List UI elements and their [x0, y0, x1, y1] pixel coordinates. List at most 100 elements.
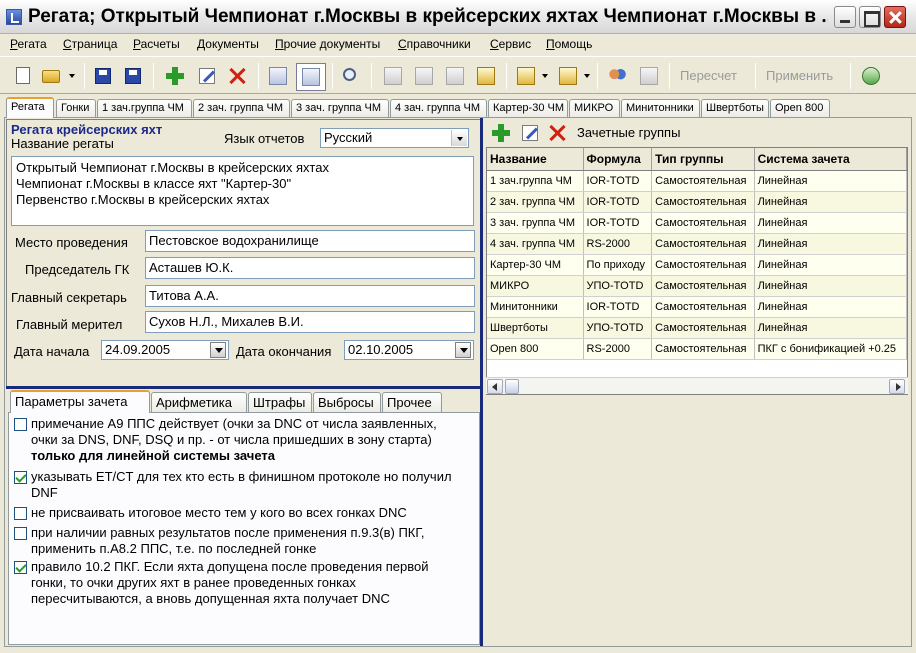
secretary-input[interactable]: Титова А.А. [145, 285, 475, 307]
param-dnc-row[interactable]: не присваивать итоговое место тем у кого… [14, 505, 464, 521]
export-button[interactable] [444, 65, 466, 87]
col-header-formula[interactable]: Формула [583, 148, 653, 171]
open-dropdown-arrow-icon[interactable] [69, 74, 75, 78]
param-a9-checkbox[interactable] [14, 418, 27, 431]
ab-icon [384, 67, 402, 85]
col-header-name[interactable]: Название [487, 148, 584, 171]
close-button[interactable] [884, 6, 906, 28]
param-etct-row[interactable]: указывать ET/CT для тех кто есть в финиш… [14, 469, 464, 501]
tab-open-800[interactable]: Open 800 [770, 99, 830, 117]
param-rule102-row[interactable]: правило 10.2 ПКГ. Если яхта допущена пос… [14, 559, 464, 607]
horizontal-splitter[interactable] [6, 386, 482, 389]
save-as-button[interactable] [122, 65, 144, 87]
participants-button[interactable] [606, 65, 628, 87]
table-row[interactable]: МИКРО УПО-TOTD Самостоятельная Линейная [487, 275, 907, 297]
menu-other-documents[interactable]: Прочие документы [275, 37, 380, 51]
calculator-dropdown-arrow-icon[interactable] [542, 74, 548, 78]
tab-group-1[interactable]: 1 зач.группа ЧМ [97, 99, 192, 117]
param-etct-checkbox[interactable] [14, 471, 27, 484]
print-button[interactable] [557, 65, 579, 87]
turtle-button[interactable] [860, 65, 882, 87]
param-tie-checkbox[interactable] [14, 527, 27, 540]
add-button[interactable] [164, 65, 186, 87]
tab-regatta[interactable]: Регата [6, 97, 54, 118]
tab-discards[interactable]: Выбросы [313, 392, 381, 412]
vertical-splitter[interactable] [480, 118, 483, 646]
new-document-button[interactable] [12, 65, 34, 87]
menu-regatta[interactable]: Регата [10, 37, 47, 51]
param-a9-bold-note: только для линейной системы зачета [31, 448, 275, 463]
measurer-input[interactable]: Сухов Н.Л., Михалев В.И. [145, 311, 475, 333]
table-row[interactable]: 2 зач. группа ЧМ IOR-TOTD Самостоятельна… [487, 191, 907, 213]
col-header-group-type[interactable]: Тип группы [651, 148, 755, 171]
chairman-input[interactable]: Асташев Ю.К. [145, 257, 475, 279]
param-tie-row[interactable]: при наличии равных результатов после при… [14, 525, 464, 557]
menu-service[interactable]: Сервис [490, 37, 531, 51]
table-row[interactable]: Швертботы УПО-TOTD Самостоятельная Линей… [487, 317, 907, 339]
ab-button[interactable] [382, 65, 404, 87]
apply-button[interactable]: Применить [766, 68, 833, 83]
table-row[interactable]: 4 зач. группа ЧМ RS-2000 Самостоятельная… [487, 233, 907, 255]
menu-help[interactable]: Помощь [546, 37, 592, 51]
param-rule102-checkbox[interactable] [14, 561, 27, 574]
import-button[interactable] [475, 65, 497, 87]
end-date-picker[interactable]: 02.10.2005 [344, 340, 474, 360]
menu-documents[interactable]: Документы [197, 37, 259, 51]
regatta-name-textarea[interactable]: Открытый Чемпионат г.Москвы в крейсерски… [11, 156, 474, 226]
param-a9-row[interactable]: примечание А9 ППС действует (очки за DNC… [14, 416, 464, 464]
search-button[interactable] [340, 65, 362, 87]
delete-button[interactable] [227, 65, 249, 87]
add-group-button[interactable] [490, 122, 512, 144]
tab-penalties[interactable]: Штрафы [248, 392, 312, 412]
tab-other[interactable]: Прочее [382, 392, 442, 412]
tab-races[interactable]: Гонки [56, 99, 96, 117]
toolbar-separator [755, 63, 756, 89]
delete-group-button[interactable] [547, 122, 569, 144]
app-icon[interactable] [6, 9, 22, 25]
tab-shvertboty[interactable]: Швертботы [701, 99, 769, 117]
col-header-scoring-system[interactable]: Система зачета [754, 148, 907, 171]
tab-group-4[interactable]: 4 зач. группа ЧМ [390, 99, 487, 117]
cell-name: 1 зач.группа ЧМ [487, 170, 584, 192]
toolbar-separator [258, 63, 259, 89]
maximize-button[interactable] [859, 6, 881, 28]
venue-input[interactable]: Пестовское водохранилище [145, 230, 475, 252]
table-row[interactable]: Картер-30 ЧМ По приходу Самостоятельная … [487, 254, 907, 276]
chevron-down-icon[interactable] [451, 130, 467, 146]
edit-button[interactable] [196, 65, 218, 87]
menu-references[interactable]: Справочники [398, 37, 471, 51]
menu-page[interactable]: Страница [63, 37, 117, 51]
calendar-dropdown-icon[interactable] [455, 342, 471, 358]
menu-calculations[interactable]: Расчеты [133, 37, 180, 51]
save-button[interactable] [92, 65, 114, 87]
param-dnc-checkbox[interactable] [14, 507, 27, 520]
start-date-picker[interactable]: 24.09.2005 [101, 340, 229, 360]
table-row[interactable]: 1 зач.группа ЧМ IOR-TOTD Самостоятельная… [487, 170, 907, 192]
tab-scoring-params[interactable]: Параметры зачета [10, 390, 150, 413]
table-row[interactable]: 3 зач. группа ЧМ IOR-TOTD Самостоятельна… [487, 212, 907, 234]
scroll-left-icon[interactable] [487, 379, 503, 394]
minimize-button[interactable] [834, 6, 856, 28]
horizontal-scrollbar[interactable] [486, 377, 908, 394]
table-row[interactable]: Open 800 RS-2000 Самостоятельная ПКГ с б… [487, 338, 907, 360]
scroll-right-icon[interactable] [889, 379, 905, 394]
tab-karter-30[interactable]: Картер-30 ЧМ [488, 99, 568, 117]
report-button[interactable] [413, 65, 435, 87]
chart-toggle-button[interactable] [296, 63, 326, 91]
calculator-button[interactable] [515, 65, 537, 87]
edit-group-button[interactable] [519, 122, 541, 144]
print-dropdown-arrow-icon[interactable] [584, 74, 590, 78]
sort-button[interactable] [267, 65, 289, 87]
report-language-select[interactable]: Русский [320, 128, 469, 148]
tab-arithmetic[interactable]: Арифметика [151, 392, 247, 412]
table-row[interactable]: Минитонники IOR-TOTD Самостоятельная Лин… [487, 296, 907, 318]
tab-group-3[interactable]: 3 зач. группа ЧМ [291, 99, 389, 117]
calendar-dropdown-icon[interactable] [210, 342, 226, 358]
recalc-button[interactable]: Пересчет [680, 68, 737, 83]
tab-minitonniki[interactable]: Минитонники [621, 99, 700, 117]
rules-button[interactable] [638, 65, 660, 87]
scroll-thumb[interactable] [505, 379, 519, 394]
tab-group-2[interactable]: 2 зач. группа ЧМ [193, 99, 290, 117]
tab-micro[interactable]: МИКРО [569, 99, 620, 117]
open-button[interactable] [40, 65, 62, 87]
